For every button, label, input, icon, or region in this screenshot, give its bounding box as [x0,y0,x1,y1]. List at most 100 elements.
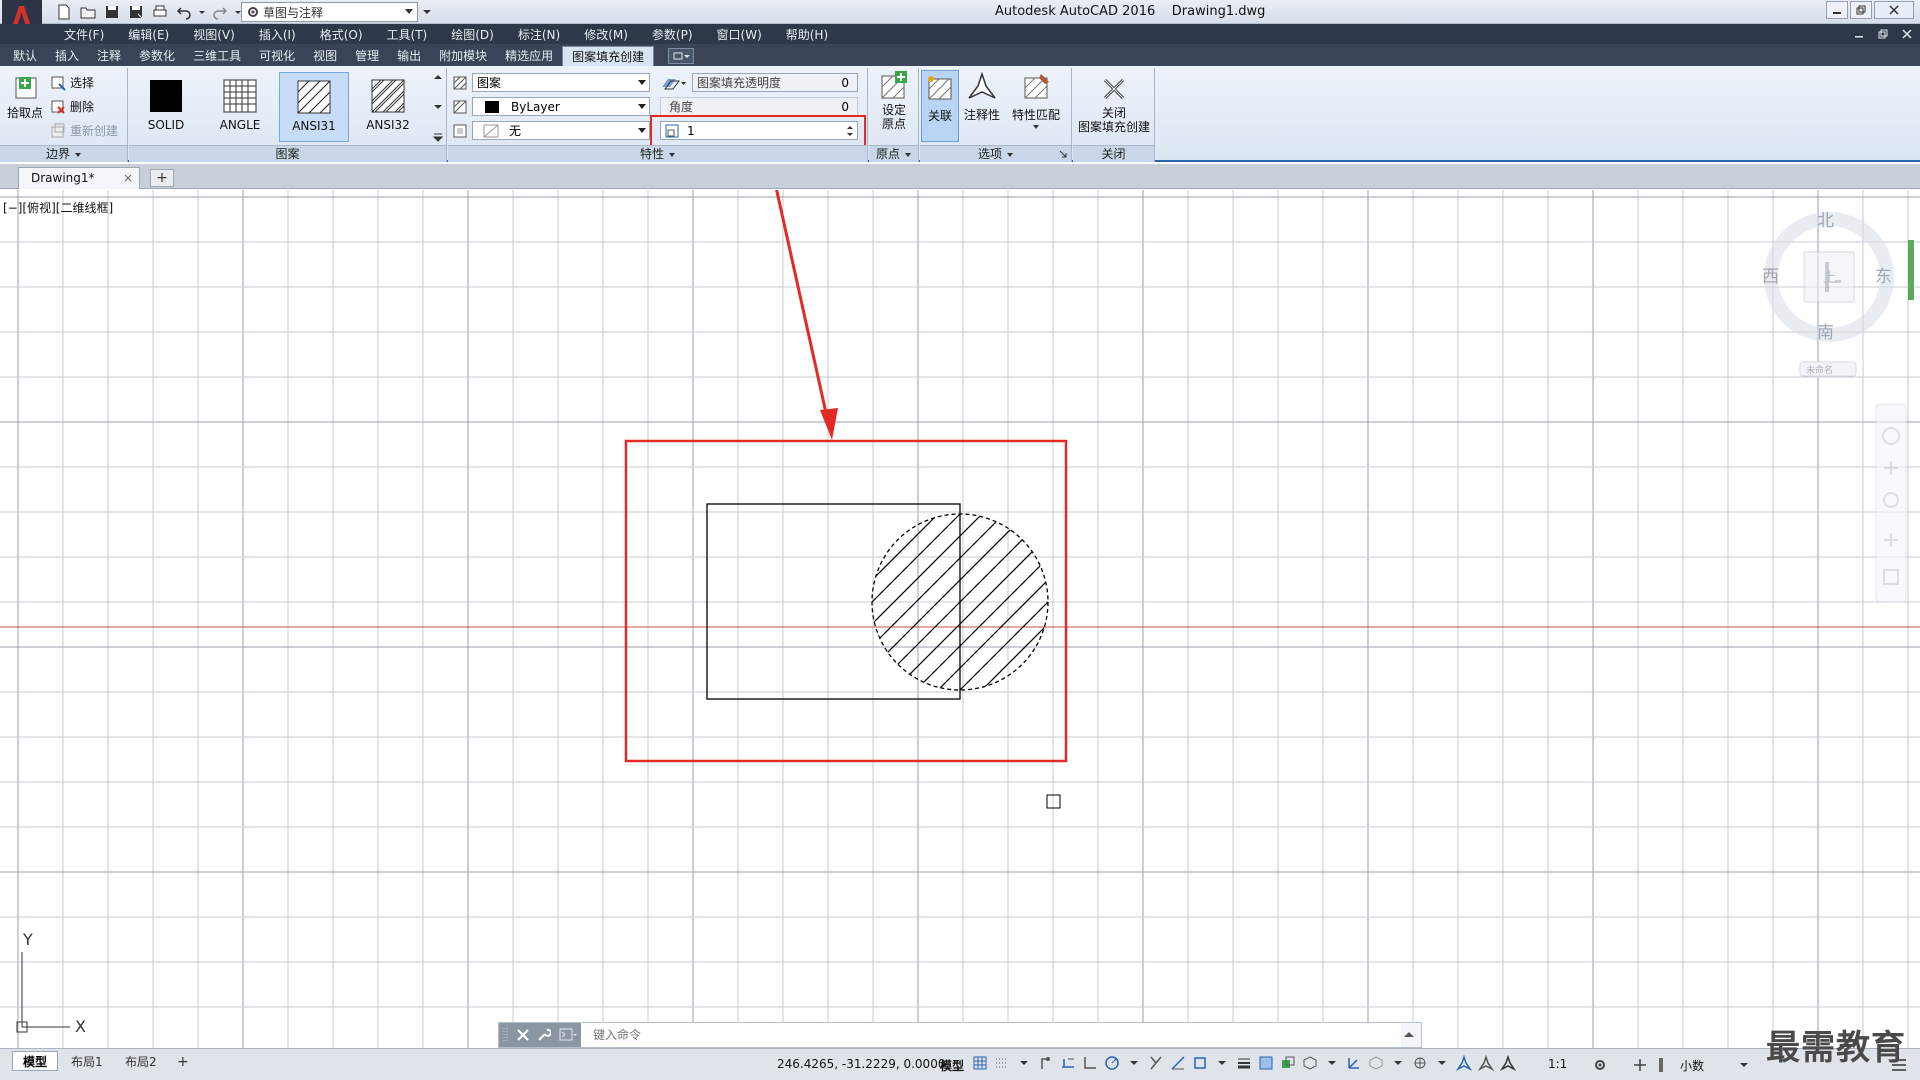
tab-manage[interactable]: 管理 [346,46,388,66]
select-boundary-button[interactable]: 选择 [50,74,94,91]
gallery-expand-icon[interactable] [433,132,443,144]
selection-cycling-icon[interactable] [1280,1055,1296,1071]
annotation-visibility-icon[interactable] [1456,1055,1472,1071]
menu-format[interactable]: 格式(O) [308,26,375,43]
menu-window[interactable]: 窗口(W) [705,26,774,43]
auto-scale-icon[interactable] [1478,1055,1494,1071]
tab-view[interactable]: 视图 [304,46,346,66]
viewcube-north[interactable]: 北 [1817,211,1834,231]
tab-3d-tools[interactable]: 三维工具 [184,46,250,66]
menu-dimension[interactable]: 标注(N) [506,26,572,43]
annotation-scale-icon[interactable] [1500,1055,1516,1071]
pattern-ansi32[interactable]: ANSI32 [353,72,423,142]
tab-layout1[interactable]: 布局1 [60,1051,114,1071]
annotation-monitor-icon[interactable] [1632,1057,1648,1073]
redo-icon[interactable] [210,2,230,22]
tab-hatch-creation[interactable]: 图案填充创建 [562,46,655,66]
origin-panel-label[interactable]: 原点 [869,145,918,162]
units-dropdown[interactable]: 小数 [1680,1057,1704,1074]
polar-dropdown-icon[interactable] [1126,1055,1142,1071]
navigation-bar[interactable] [1875,403,1907,603]
coordinate-readout[interactable]: 246.4265, -31.2229, 0.0000 [777,1057,945,1071]
snap-dropdown-icon[interactable] [1016,1055,1032,1071]
background-color-dropdown[interactable]: 无 [472,121,650,140]
menu-modify[interactable]: 修改(M) [572,26,640,43]
menu-insert[interactable]: 插入(I) [247,26,308,43]
workspace-dropdown[interactable]: 草图与注释 [241,2,418,22]
scroll-down-icon[interactable] [433,102,443,112]
tab-parametric[interactable]: 参数化 [130,46,184,66]
dynamic-input-icon[interactable] [1060,1055,1076,1071]
new-file-icon[interactable] [54,2,74,22]
ortho-mode-icon[interactable] [1082,1055,1098,1071]
properties-panel-label[interactable]: 特性 [448,145,867,162]
cmd-prompt-icon[interactable] [559,1028,577,1042]
menu-file[interactable]: 文件(F) [52,26,116,43]
vertical-scroll-indicator[interactable] [1908,240,1914,300]
command-input[interactable] [581,1023,1401,1047]
close-icon[interactable] [1874,1,1914,19]
gizmo-dropdown-icon[interactable] [1434,1055,1450,1071]
hatch-color-dropdown[interactable]: ByLayer [472,97,650,116]
3d-object-snap-icon[interactable] [1302,1055,1318,1071]
tab-default[interactable]: 默认 [4,46,46,66]
command-history-icon[interactable] [1401,1025,1417,1045]
cmd-close-icon[interactable] [517,1029,529,1041]
dynamic-ucs-icon[interactable] [1346,1055,1362,1071]
set-origin-button[interactable]: 设定 原点 [874,70,914,131]
undo-icon[interactable] [174,2,194,22]
open-file-icon[interactable] [78,2,98,22]
tab-output[interactable]: 输出 [388,46,430,66]
menu-edit[interactable]: 编辑(E) [116,26,181,43]
pattern-ansi31[interactable]: ANSI31 [279,72,349,142]
infer-constraints-icon[interactable] [1038,1055,1054,1071]
transparency-icon[interactable] [660,75,686,91]
snap-mode-icon[interactable] [994,1055,1010,1071]
match-properties-button[interactable]: 特性匹配 [1008,72,1064,130]
pattern-solid[interactable]: SOLID [131,72,201,142]
drawing-canvas[interactable]: Y X 北 南 东 西 上 未命名 [0,190,1920,1048]
gizmo-icon[interactable] [1412,1055,1428,1071]
tab-insert[interactable]: 插入 [46,46,88,66]
tab-model[interactable]: 模型 [12,1051,59,1071]
scroll-up-icon[interactable] [433,72,443,82]
doc-tab-close-icon[interactable]: × [123,168,133,188]
qat-customize-icon[interactable] [420,2,434,22]
menu-parametric[interactable]: 参数(P) [640,26,705,43]
options-panel-label[interactable]: 选项 [920,145,1071,162]
menu-draw[interactable]: 绘图(D) [439,26,506,43]
tab-featured-apps[interactable]: 精选应用 [496,46,562,66]
object-snap-icon[interactable] [1192,1055,1208,1071]
doc-close-icon[interactable] [1900,27,1914,41]
recreate-boundary-button[interactable]: 重新创建 [50,122,118,139]
print-icon[interactable] [150,2,170,22]
restore-icon[interactable] [1850,1,1872,19]
cmd-grip-icon[interactable] [503,1026,509,1044]
osnap-dropdown-icon[interactable] [1214,1055,1230,1071]
associative-button[interactable]: 关联 [921,70,959,142]
pattern-angle[interactable]: ANGLE [205,72,275,142]
isometric-drafting-icon[interactable] [1148,1055,1164,1071]
tab-addins[interactable]: 附加模块 [430,46,496,66]
transparency-field[interactable]: 图案填充透明度 0 [692,73,858,92]
ribbon-minimize-icon[interactable] [668,48,695,64]
3d-osnap-dropdown-icon[interactable] [1324,1055,1340,1071]
doc-minimize-icon[interactable] [1852,27,1866,41]
viewcube-south[interactable]: 南 [1817,323,1834,343]
filter-dropdown-icon[interactable] [1390,1055,1406,1071]
save-as-icon[interactable] [126,2,146,22]
object-snap-tracking-icon[interactable] [1170,1055,1186,1071]
grid-display-icon[interactable] [972,1055,988,1071]
viewcube-east[interactable]: 东 [1875,267,1892,287]
menu-tools[interactable]: 工具(T) [375,26,440,43]
document-tab-drawing1[interactable]: Drawing1* × [18,167,140,189]
viewcube-west[interactable]: 西 [1762,267,1779,287]
tab-visualize[interactable]: 可视化 [250,46,304,66]
lineweight-icon[interactable] [1236,1055,1252,1071]
menu-help[interactable]: 帮助(H) [774,26,840,43]
workspace-switch-icon[interactable] [1592,1057,1608,1073]
units-dropdown-icon[interactable] [1736,1057,1752,1073]
new-drawing-tab-button[interactable]: + [150,169,174,187]
undo-dropdown-icon[interactable] [198,2,206,22]
doc-restore-icon[interactable] [1876,27,1890,41]
